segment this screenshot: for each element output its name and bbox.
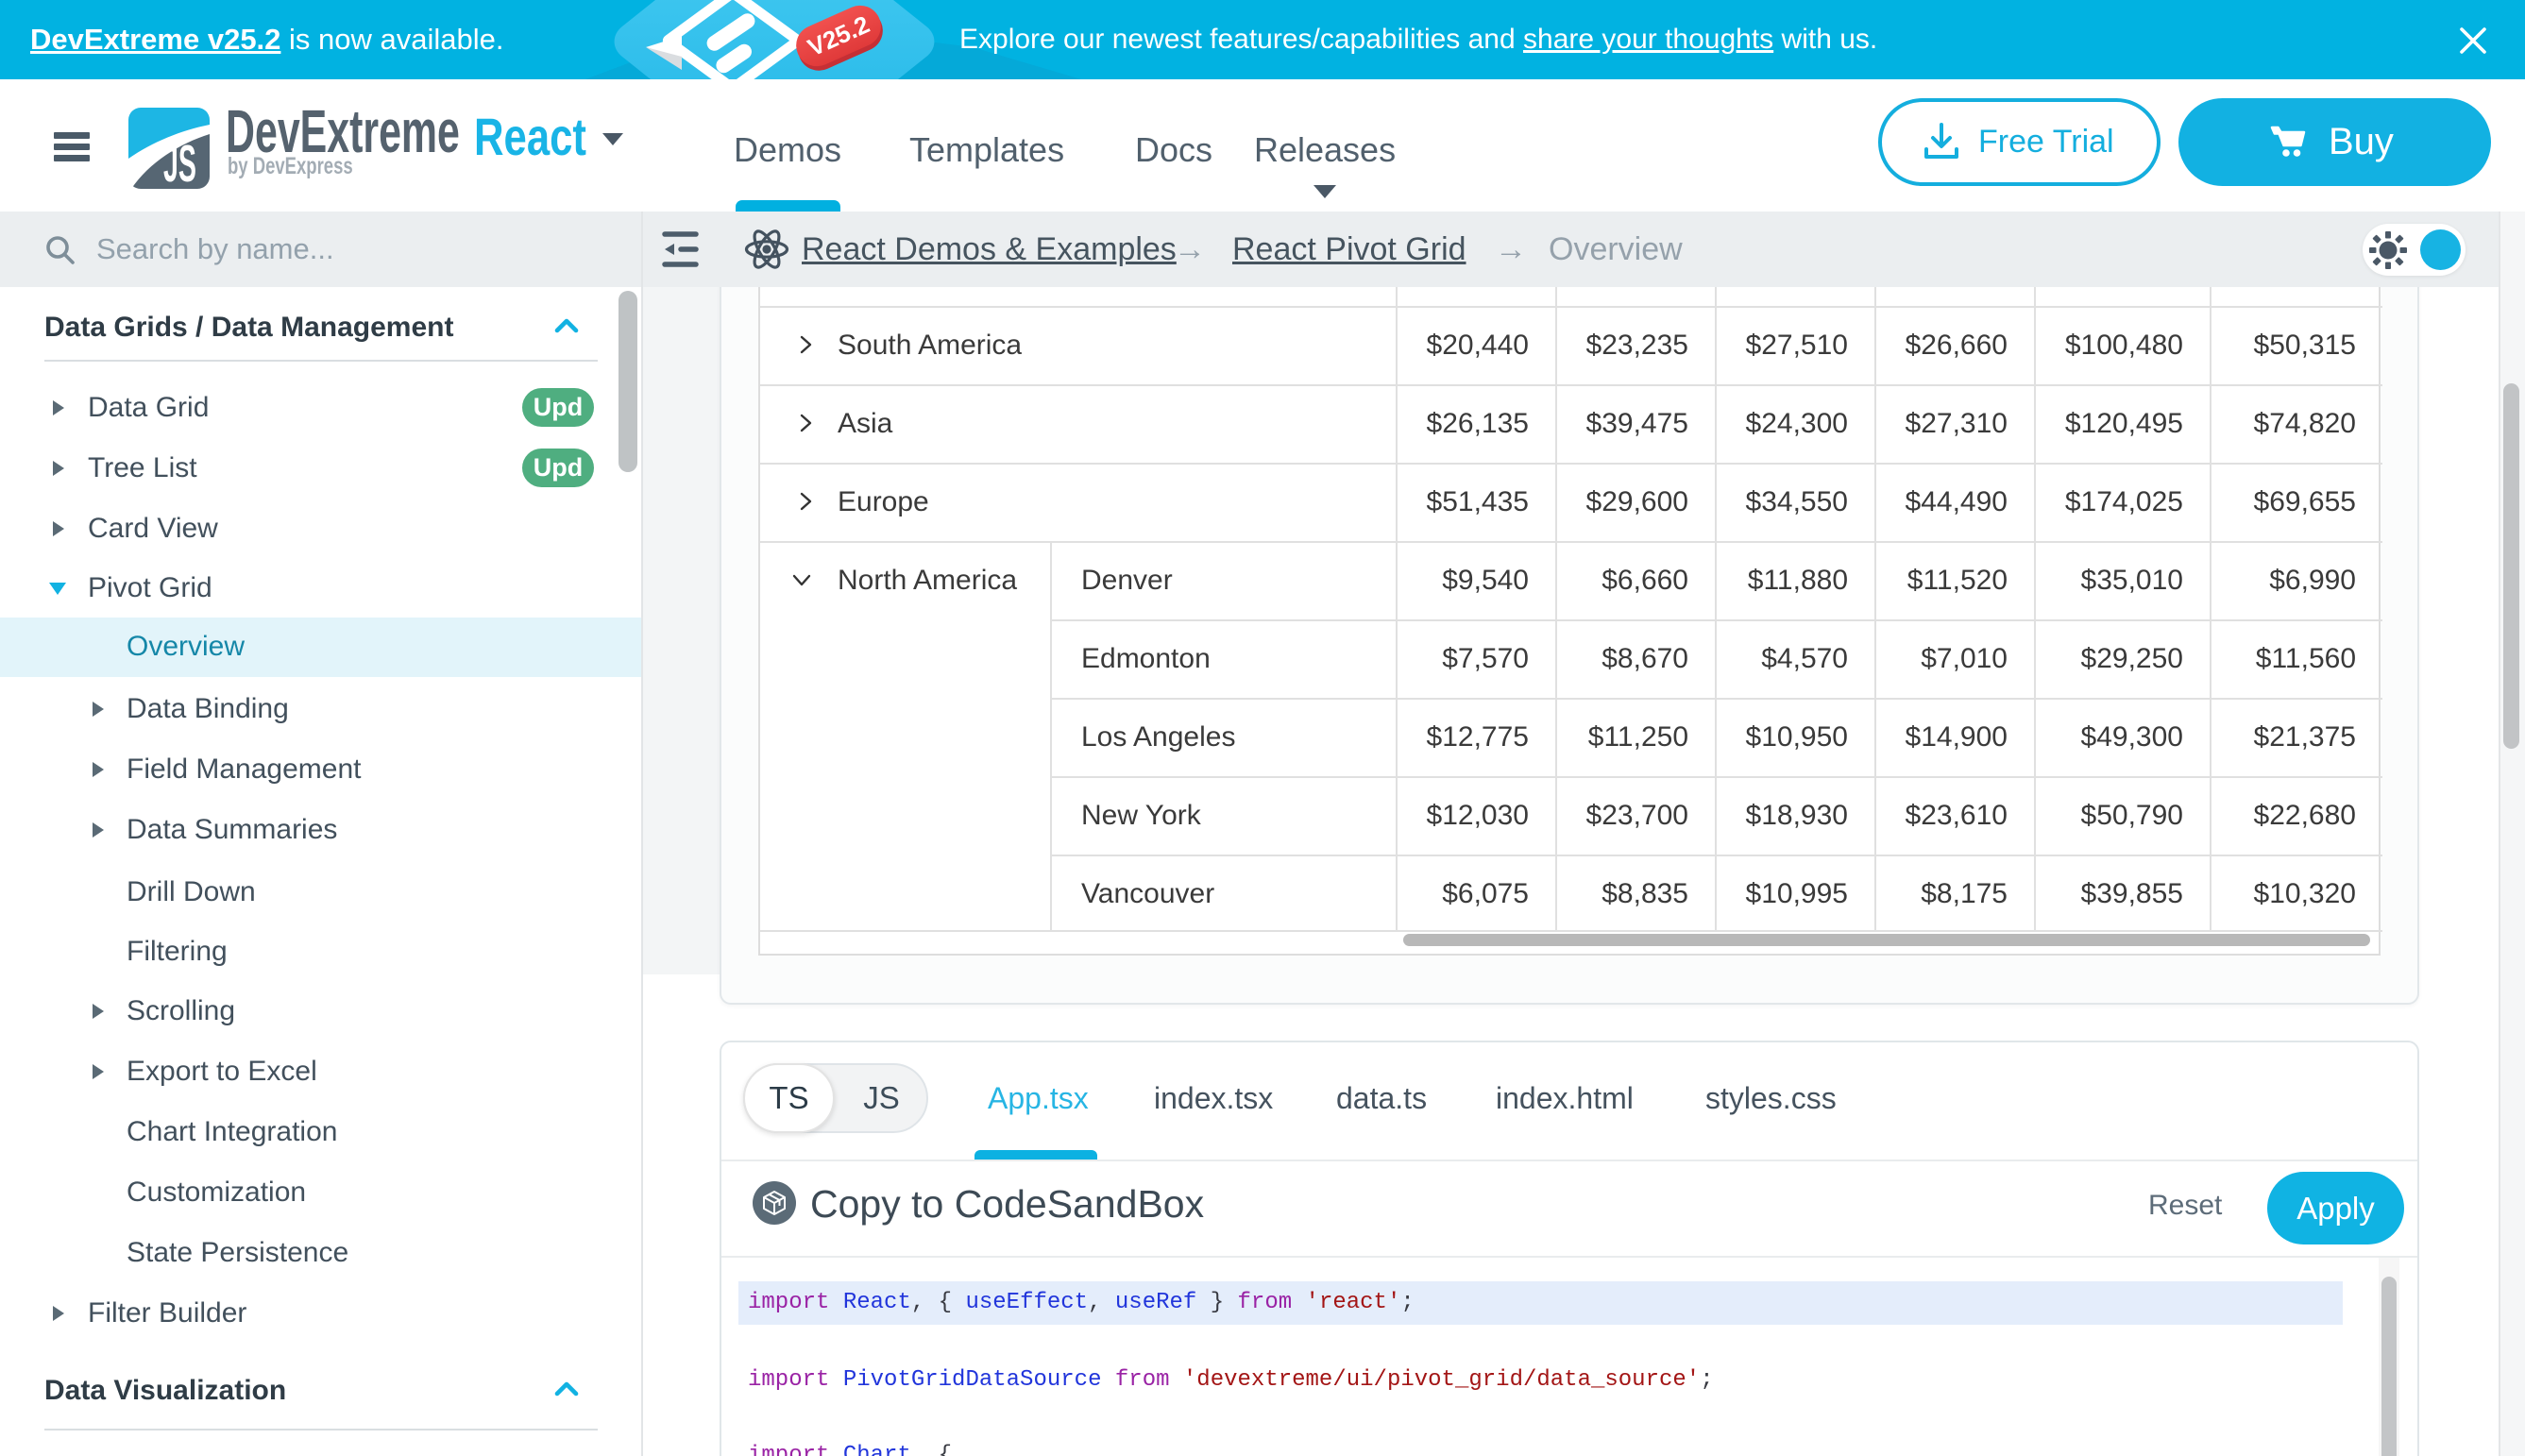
- svg-text:JS: JS: [163, 135, 196, 189]
